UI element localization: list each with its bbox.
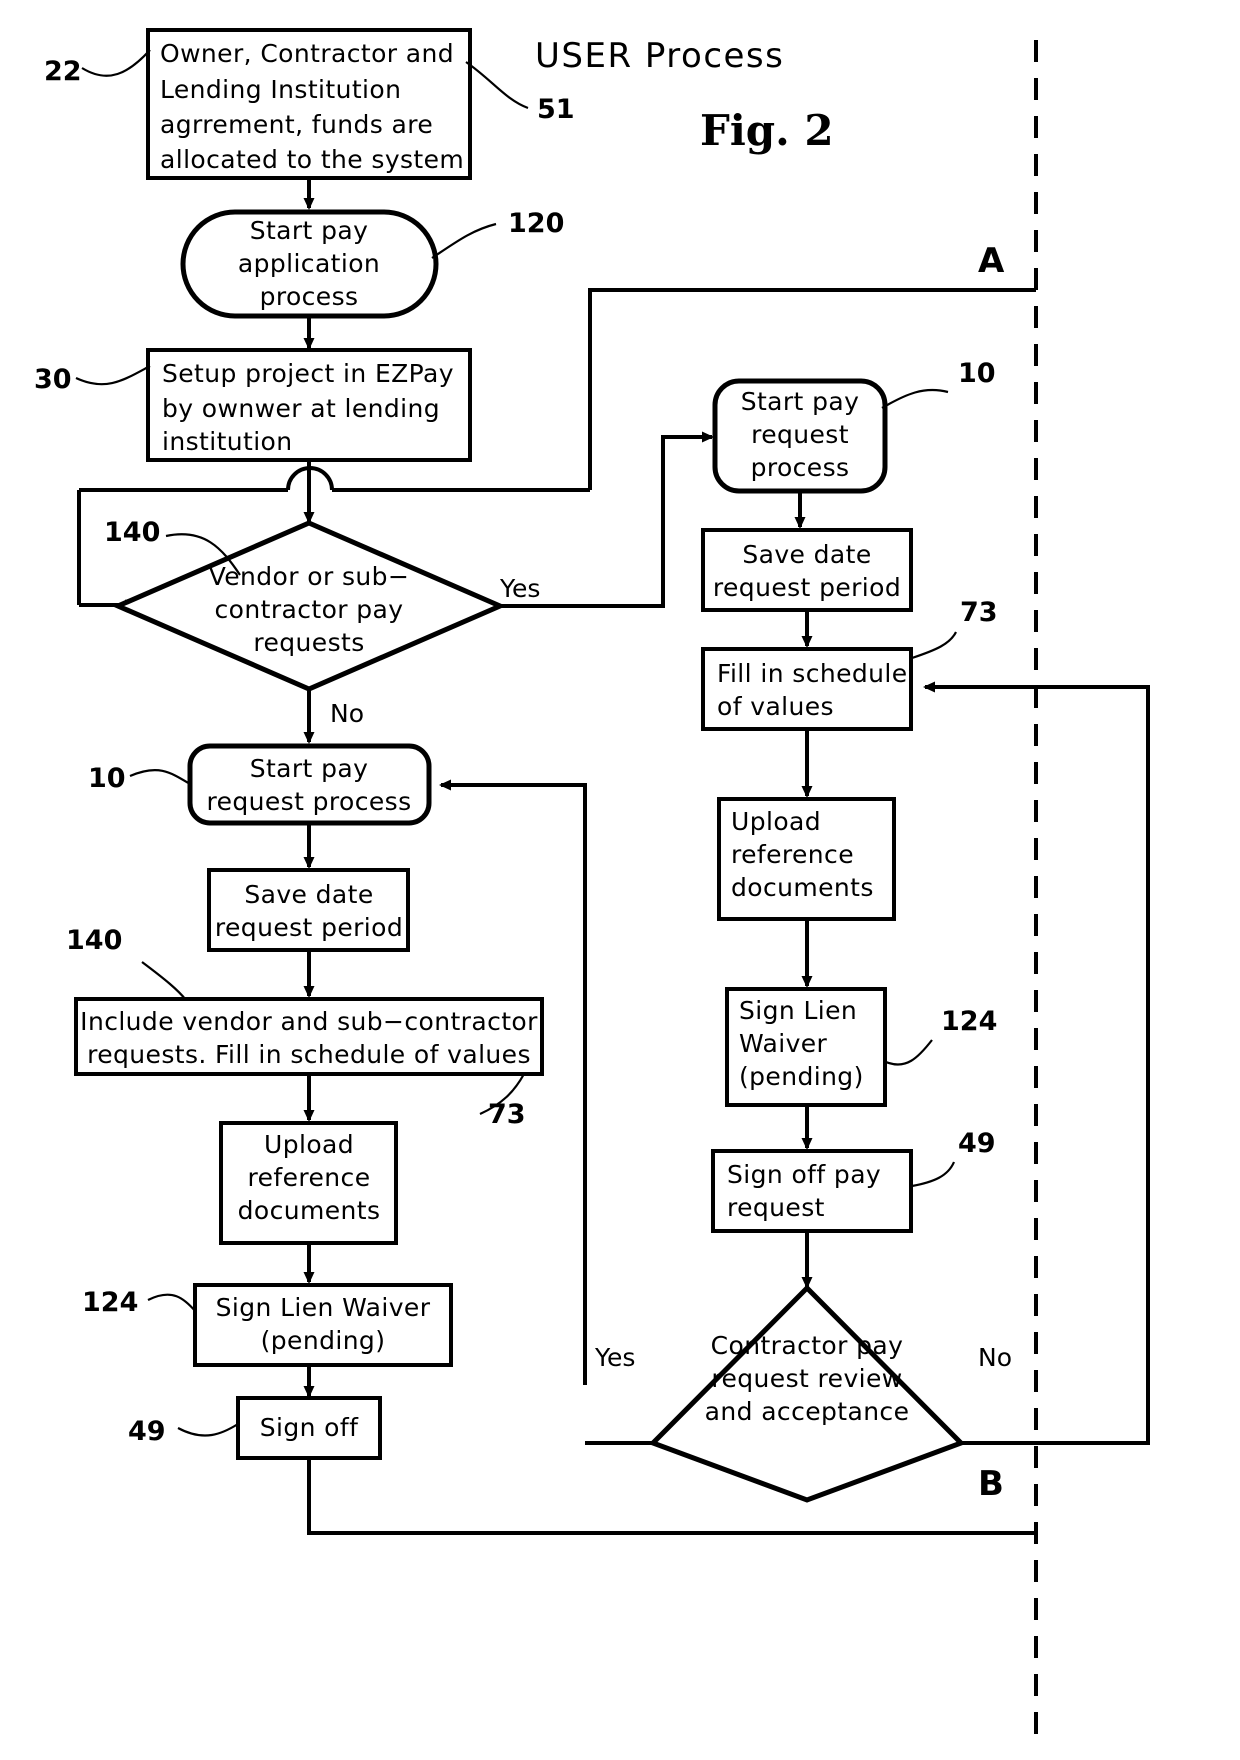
right-start-pay-request-line-1: Start pay: [741, 387, 860, 416]
right-sign-lien-line-1: Sign Lien: [739, 996, 857, 1025]
ref-leader-10-left: [129, 768, 191, 785]
flowchart-canvas: USER Process Fig. 2 A B Owner, Contracto…: [34, 28, 1150, 1740]
ref-number-51: 51: [537, 94, 575, 125]
ref-number-140-top: 140: [104, 517, 160, 548]
vendor-decision-yes-label: Yes: [499, 574, 540, 603]
right-sign-off-pay-line-1: Sign off pay: [727, 1160, 881, 1189]
agreement-line-1: Owner, Contractor and: [160, 39, 454, 68]
right-sign-lien-line-3: (pending): [739, 1062, 864, 1091]
right-start-pay-request-line-2: request: [751, 420, 849, 449]
figure-label: Fig. 2: [700, 106, 834, 155]
setup-project-line-1: Setup project in EZPay: [162, 359, 454, 388]
right-upload-docs-line-2: reference: [731, 840, 854, 869]
ref-number-73-left: 73: [488, 1099, 526, 1130]
setup-project-line-3: institution: [162, 427, 293, 456]
ref-number-49-left: 49: [128, 1416, 166, 1447]
edge-review-yes-to-left-start: [439, 779, 587, 1385]
ref-number-124-left: 124: [82, 1287, 138, 1318]
ref-leader-22: [81, 49, 151, 77]
review-decision-line-2: request review: [711, 1364, 902, 1393]
right-save-date-line-2: request period: [713, 573, 901, 602]
agreement-line-2: Lending Institution: [160, 75, 401, 104]
vendor-decision-no-label: No: [330, 699, 364, 728]
agreement-line-4: allocated to the system: [160, 145, 464, 174]
right-sign-off-pay-line-2: request: [727, 1193, 825, 1222]
agreement-line-3: agrrement, funds are: [160, 110, 433, 139]
ref-leader-73-right: [911, 631, 957, 660]
start-pay-application-line-1: Start pay: [250, 216, 369, 245]
left-start-pay-request-line-1: Start pay: [250, 754, 369, 783]
start-pay-application-line-3: process: [260, 282, 359, 311]
left-include-vendor-line-1: Include vendor and sub−contractor: [80, 1007, 538, 1036]
left-include-vendor-line-2: requests. Fill in schedule of values: [87, 1040, 531, 1069]
left-upload-docs-line-3: documents: [238, 1196, 381, 1225]
setup-project-line-2: by ownwer at lending: [162, 394, 440, 423]
right-save-date-line-1: Save date: [742, 540, 871, 569]
ref-number-49-right: 49: [958, 1128, 996, 1159]
ref-leader-140-bottom: [141, 961, 187, 1001]
connector-label-b: B: [978, 1464, 1004, 1504]
right-upload-docs-line-3: documents: [731, 873, 874, 902]
edge-left-sign-off-to-b: [307, 1458, 1036, 1535]
right-upload-docs-line-1: Upload: [731, 807, 821, 836]
ref-number-124-right: 124: [941, 1006, 997, 1037]
ref-leader-49-right: [911, 1161, 956, 1188]
ref-number-120: 120: [508, 208, 564, 239]
ref-leader-124-left: [147, 1293, 197, 1313]
review-decision-yes-label: Yes: [594, 1343, 635, 1372]
ref-number-30: 30: [34, 364, 72, 395]
right-start-pay-request-line-3: process: [751, 453, 850, 482]
ref-leader-30: [75, 365, 151, 386]
left-save-date-line-1: Save date: [244, 880, 373, 909]
ref-number-10-right: 10: [958, 358, 996, 389]
vendor-decision-line-3: requests: [253, 628, 364, 657]
ref-leader-10-right: [881, 388, 949, 409]
review-decision-no-label: No: [978, 1343, 1012, 1372]
ref-number-140-bottom: 140: [66, 925, 122, 956]
left-sign-lien-line-2: (pending): [261, 1326, 386, 1355]
vendor-decision-line-1: Vendor or sub−: [209, 562, 410, 591]
left-sign-off-label: Sign off: [260, 1413, 359, 1442]
ref-leader-49-left: [177, 1423, 239, 1437]
ref-number-22: 22: [44, 56, 82, 87]
left-sign-lien-line-1: Sign Lien Waiver: [216, 1293, 431, 1322]
right-sign-lien-line-2: Waiver: [739, 1029, 828, 1058]
ref-number-10-left: 10: [88, 763, 126, 794]
connector-label-a: A: [978, 241, 1005, 281]
ref-leader-120: [431, 222, 497, 259]
figure-title: USER Process: [535, 36, 784, 76]
flowchart-figure: USER Process Fig. 2 A B Owner, Contracto…: [0, 0, 1240, 1760]
ref-leader-51: [465, 61, 529, 110]
review-decision-line-1: Contractor pay: [711, 1331, 904, 1360]
ref-number-73-right: 73: [960, 597, 998, 628]
left-save-date-line-2: request period: [215, 913, 403, 942]
review-decision-diamond: [648, 1284, 966, 1503]
vendor-decision-line-2: contractor pay: [215, 595, 404, 624]
left-upload-docs-line-2: reference: [248, 1163, 371, 1192]
right-fill-schedule-line-1: Fill in schedule: [717, 659, 908, 688]
left-upload-docs-line-1: Upload: [264, 1130, 354, 1159]
review-decision-line-3: and acceptance: [705, 1397, 910, 1426]
right-fill-schedule-line-2: of values: [717, 692, 834, 721]
ref-leader-124-right: [885, 1039, 933, 1066]
start-pay-application-line-2: application: [238, 249, 380, 278]
left-start-pay-request-line-2: request process: [206, 787, 411, 816]
